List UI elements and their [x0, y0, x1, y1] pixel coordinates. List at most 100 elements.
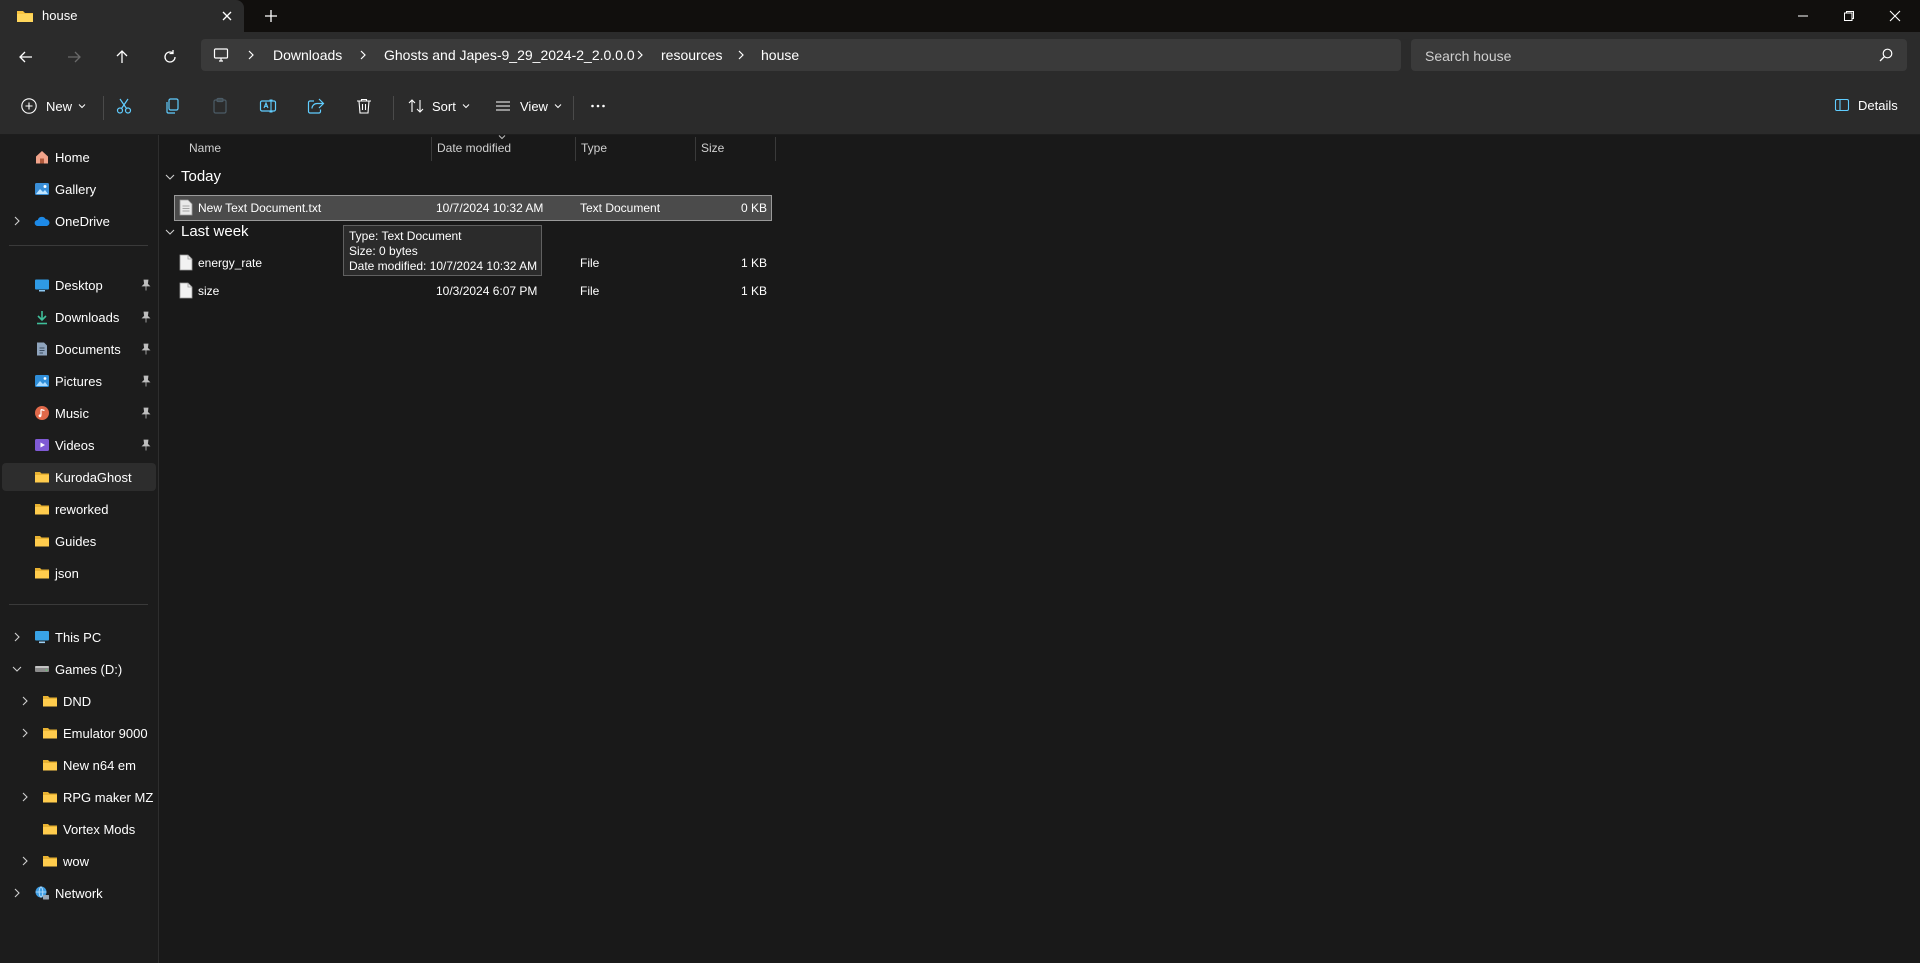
monitor-icon[interactable]: [213, 47, 229, 63]
chevron-right-icon[interactable]: [20, 856, 30, 866]
cut-icon[interactable]: [115, 97, 133, 115]
new-button[interactable]: New: [20, 97, 86, 115]
column-header-date-modified[interactable]: Date modified: [432, 135, 575, 161]
tooltip-type: Type: Text Document: [349, 229, 462, 243]
details-button[interactable]: Details: [1834, 97, 1898, 113]
divider: [393, 96, 394, 120]
chevron-down-icon: [554, 102, 562, 110]
up-icon[interactable]: [112, 47, 132, 67]
pin-icon[interactable]: [141, 311, 151, 323]
pin-icon[interactable]: [141, 343, 151, 355]
details-pane-icon: [1834, 97, 1850, 113]
pin-icon[interactable]: [141, 375, 151, 387]
sidebar-item-downloads[interactable]: Downloads: [0, 303, 156, 331]
divider: [9, 604, 148, 605]
sidebar-item-reworked[interactable]: reworked: [0, 495, 156, 523]
chevron-right-icon[interactable]: [20, 728, 30, 738]
chevron-right-icon[interactable]: [20, 696, 30, 706]
rename-icon[interactable]: [259, 97, 277, 115]
picture-icon: [34, 373, 50, 389]
copy-icon[interactable]: [163, 97, 181, 115]
chevron-right-icon[interactable]: [246, 50, 256, 60]
column-header-size[interactable]: Size: [696, 135, 775, 161]
sidebar-item-documents[interactable]: Documents: [0, 335, 156, 363]
group-header-today[interactable]: Today: [165, 168, 221, 185]
chevron-right-icon[interactable]: [12, 216, 22, 226]
sidebar-item-pictures[interactable]: Pictures: [0, 367, 156, 395]
folder-icon: [34, 469, 50, 485]
navigation-pane: Home Gallery OneDrive Desktop Downloads: [0, 135, 159, 963]
folder-icon: [42, 853, 58, 869]
share-icon[interactable]: [307, 97, 325, 115]
search-icon[interactable]: [1879, 48, 1893, 62]
gallery-icon: [34, 181, 50, 197]
sidebar-item-guides[interactable]: Guides: [0, 527, 156, 555]
navigation-bar: Downloads Ghosts and Japes-9_29_2024-2_2…: [0, 32, 1920, 80]
sidebar-item-desktop[interactable]: Desktop: [0, 271, 156, 299]
folder-icon: [42, 693, 58, 709]
column-divider[interactable]: [775, 137, 776, 161]
new-tab-icon[interactable]: [262, 7, 280, 25]
close-tab-icon[interactable]: [218, 7, 236, 25]
sort-button[interactable]: Sort: [407, 97, 470, 115]
column-header-type[interactable]: Type: [576, 135, 695, 161]
forward-icon[interactable]: [64, 47, 84, 67]
close-window-icon[interactable]: [1872, 0, 1918, 32]
sidebar-item-emulator-9000[interactable]: Emulator 9000: [0, 719, 156, 747]
sidebar-item-this-pc[interactable]: This PC: [0, 623, 156, 651]
chevron-right-icon[interactable]: [20, 792, 30, 802]
restore-icon[interactable]: [1826, 0, 1872, 32]
chevron-right-icon[interactable]: [12, 888, 22, 898]
chevron-right-icon[interactable]: [12, 632, 22, 642]
tab-title: house: [42, 8, 78, 23]
sidebar-item-gallery[interactable]: Gallery: [0, 175, 156, 203]
tab-house[interactable]: house: [0, 0, 244, 32]
view-button[interactable]: View: [494, 97, 562, 115]
chevron-right-icon[interactable]: [635, 50, 645, 60]
paste-icon[interactable]: [211, 97, 229, 115]
breadcrumb-downloads[interactable]: Downloads: [273, 47, 342, 63]
folder-icon: [34, 533, 50, 549]
chevron-down-icon: [165, 227, 175, 237]
sidebar-item-kurodaghost[interactable]: KurodaGhost: [2, 463, 156, 491]
address-bar[interactable]: Downloads Ghosts and Japes-9_29_2024-2_2…: [201, 39, 1401, 71]
sidebar-item-rpg-maker-mz[interactable]: RPG maker MZ: [0, 783, 156, 811]
sidebar-item-games-d[interactable]: Games (D:): [0, 655, 156, 683]
video-icon: [34, 437, 50, 453]
sidebar-item-dnd[interactable]: DND: [0, 687, 156, 715]
sidebar-item-new-n64-em[interactable]: New n64 em: [0, 751, 156, 779]
back-icon[interactable]: [16, 47, 36, 67]
file-row-new-text-document[interactable]: New Text Document.txt 10/7/2024 10:32 AM…: [174, 195, 772, 221]
pin-icon[interactable]: [141, 279, 151, 291]
sidebar-item-videos[interactable]: Videos: [0, 431, 156, 459]
file-icon: [179, 254, 193, 271]
breadcrumb-ghosts-and-japes[interactable]: Ghosts and Japes-9_29_2024-2_2.0.0.0: [384, 47, 635, 63]
chevron-down-icon: [78, 102, 86, 110]
sidebar-item-json[interactable]: json: [0, 559, 156, 587]
minimize-icon[interactable]: [1780, 0, 1826, 32]
folder-icon: [42, 789, 58, 805]
pin-icon[interactable]: [141, 439, 151, 451]
pin-icon[interactable]: [141, 407, 151, 419]
sidebar-item-network[interactable]: Network: [0, 879, 156, 907]
folder-icon: [34, 501, 50, 517]
group-header-last-week[interactable]: Last week: [165, 223, 249, 240]
chevron-down-icon[interactable]: [12, 664, 22, 674]
breadcrumb-resources[interactable]: resources: [661, 47, 722, 63]
search-input[interactable]: [1423, 39, 1867, 73]
delete-icon[interactable]: [355, 97, 373, 115]
search-box[interactable]: [1411, 39, 1907, 73]
sidebar-item-music[interactable]: Music: [0, 399, 156, 427]
chevron-right-icon[interactable]: [358, 50, 368, 60]
file-row-size[interactable]: size 10/3/2024 6:07 PM File 1 KB: [175, 279, 771, 303]
text-file-icon: [179, 199, 193, 216]
breadcrumb-house[interactable]: house: [761, 47, 799, 63]
refresh-icon[interactable]: [160, 47, 180, 67]
more-options-icon[interactable]: [589, 97, 607, 115]
sidebar-item-onedrive[interactable]: OneDrive: [0, 207, 156, 235]
chevron-right-icon[interactable]: [736, 50, 746, 60]
sidebar-item-vortex-mods[interactable]: Vortex Mods: [0, 815, 156, 843]
sidebar-item-wow[interactable]: wow: [0, 847, 156, 875]
sidebar-item-home[interactable]: Home: [0, 143, 156, 171]
divider: [103, 96, 104, 120]
